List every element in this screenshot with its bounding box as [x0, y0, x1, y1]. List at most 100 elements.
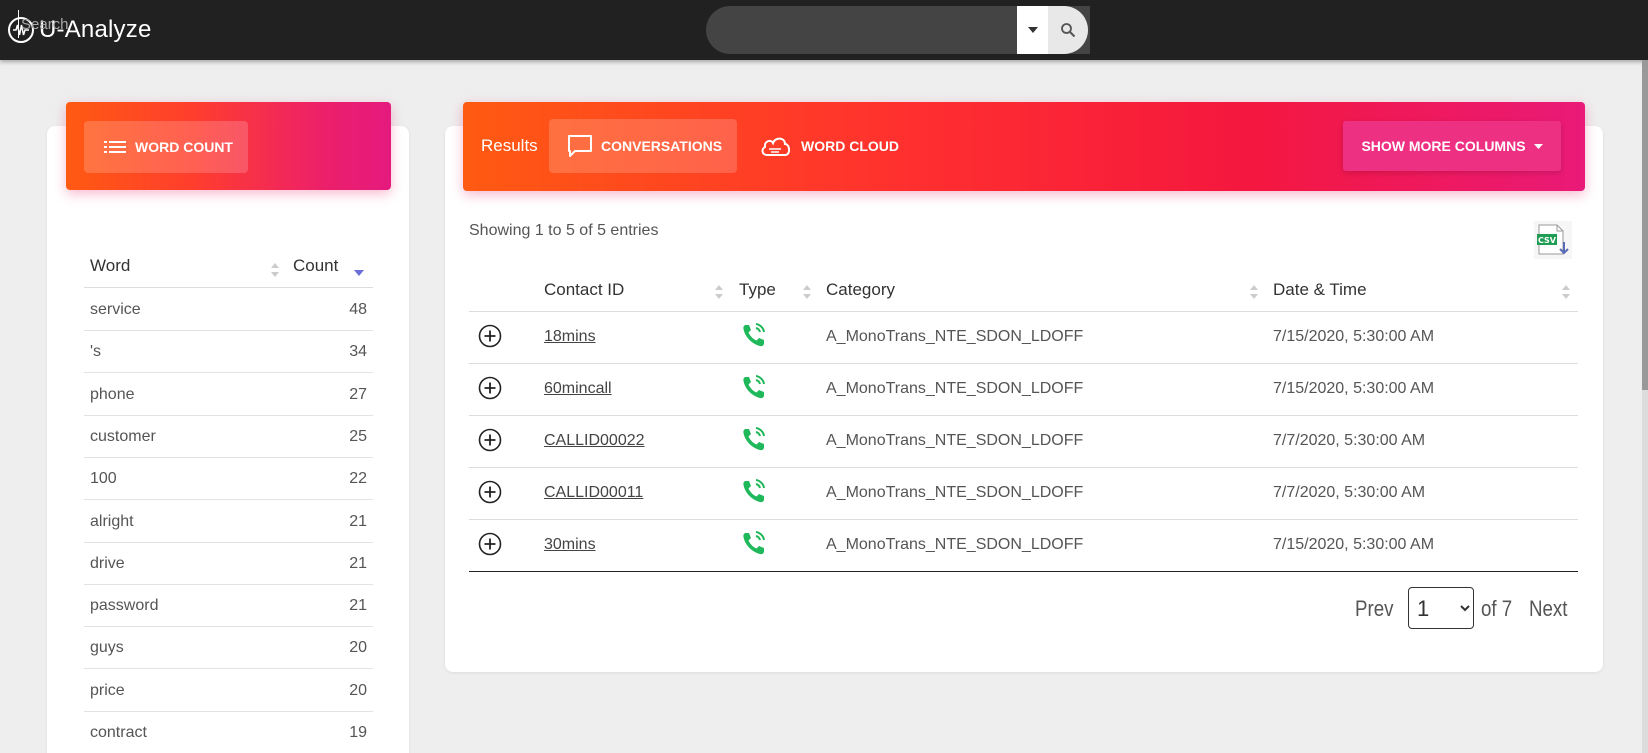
sort-icon[interactable] — [1561, 282, 1571, 302]
word-cell: drive — [90, 554, 125, 572]
tab-conversations[interactable]: CONVERSATIONS — [549, 119, 737, 173]
tab-word-cloud-label: WORD CLOUD — [801, 138, 899, 154]
search-scope-dropdown[interactable] — [1017, 6, 1048, 54]
word-cell: customer — [90, 427, 156, 445]
page-select[interactable]: 1 — [1408, 587, 1474, 629]
word-row: phone 27 — [84, 374, 373, 416]
caret-down-icon — [1533, 143, 1543, 149]
expand-row-icon[interactable] — [478, 480, 502, 504]
word-cell: service — [90, 301, 141, 318]
datetime-cell: 7/15/2020, 5:30:00 AM — [1273, 328, 1435, 345]
word-row: 100 22 — [84, 458, 373, 501]
datetime-cell: 7/15/2020, 5:30:00 AM — [1273, 380, 1435, 397]
category-cell: A_MonoTrans_NTE_SDON_LDOFF — [826, 484, 1084, 501]
word-cell: contract — [90, 724, 147, 741]
count-cell: 25 — [349, 427, 367, 445]
contact-id-link[interactable]: 18mins — [544, 328, 596, 346]
count-cell: 20 — [349, 639, 367, 657]
datetime-cell: 7/7/2020, 5:30:00 AM — [1273, 484, 1426, 501]
word-row: service 48 — [84, 289, 373, 331]
expand-row-icon[interactable] — [478, 376, 502, 400]
count-cell: 19 — [349, 724, 367, 741]
csv-download-icon[interactable]: CSV — [1533, 220, 1573, 260]
expand-row-icon[interactable] — [478, 324, 502, 348]
results-label: Results — [481, 136, 538, 155]
column-header-type[interactable]: Type — [739, 280, 776, 300]
table-row: 18mins A_MonoTrans_NTE_SDON_LDOFF 7/15/202… — [469, 312, 1578, 364]
phone-call-icon — [743, 427, 765, 451]
word-row: alright 21 — [84, 501, 373, 543]
word-count-label: WORD COUNT — [135, 139, 233, 155]
sort-desc-icon[interactable] — [354, 260, 364, 280]
chat-bubble-icon — [568, 135, 592, 157]
word-row: customer 25 — [84, 416, 373, 458]
contact-id-link[interactable]: CALLID00011 — [544, 484, 643, 502]
category-cell: A_MonoTrans_NTE_SDON_LDOFF — [826, 380, 1084, 397]
show-more-columns-button[interactable]: SHOW MORE COLUMNS — [1343, 121, 1561, 171]
column-header-date-time[interactable]: Date & Time — [1273, 280, 1367, 300]
svg-text:CSV: CSV — [1538, 236, 1557, 245]
table-row: 60mincall A_MonoTrans_NTE_SDON_LDOFF 7/15/… — [469, 364, 1578, 416]
page-scrollbar-thumb[interactable] — [1642, 60, 1648, 390]
search-input[interactable] — [18, 10, 308, 38]
word-table-header: Word Count — [84, 250, 373, 288]
phone-call-icon — [743, 479, 765, 503]
category-cell: A_MonoTrans_NTE_SDON_LDOFF — [826, 536, 1084, 553]
word-count-button[interactable]: WORD COUNT — [84, 121, 248, 173]
count-cell: 27 — [349, 385, 367, 403]
cloud-icon — [761, 137, 791, 156]
column-header-count[interactable]: Count — [293, 256, 338, 276]
count-cell: 20 — [349, 681, 367, 699]
table-row: CALLID00022 A_MonoTrans_NTE_SDON_LDOFF 7/7… — [469, 416, 1578, 468]
word-cell: password — [90, 597, 159, 615]
table-row: 30mins A_MonoTrans_NTE_SDON_LDOFF 7/15/202… — [469, 520, 1578, 572]
word-row: price 20 — [84, 670, 373, 712]
sort-icon[interactable] — [714, 282, 724, 302]
contact-id-link[interactable]: CALLID00022 — [544, 432, 645, 450]
tab-conversations-label: CONVERSATIONS — [601, 138, 723, 154]
caret-down-icon — [1027, 27, 1038, 33]
column-header-category[interactable]: Category — [826, 280, 895, 300]
count-cell: 21 — [349, 512, 367, 530]
word-row: 's 34 — [84, 331, 373, 374]
word-row: password 21 — [84, 585, 373, 628]
column-header-contact-id[interactable]: Contact ID — [544, 280, 624, 300]
count-cell: 22 — [349, 470, 367, 488]
tab-word-cloud[interactable]: WORD CLOUD — [760, 119, 899, 173]
contact-id-link[interactable]: 60mincall — [544, 380, 612, 398]
column-header-word[interactable]: Word — [90, 256, 130, 276]
sort-icon[interactable] — [1249, 282, 1259, 302]
pagination-next[interactable]: Next — [1529, 596, 1567, 622]
count-cell: 21 — [349, 554, 367, 572]
count-cell: 21 — [349, 597, 367, 615]
sort-icon[interactable] — [270, 260, 280, 280]
category-cell: A_MonoTrans_NTE_SDON_LDOFF — [826, 328, 1084, 345]
word-row: contract 19 — [84, 712, 373, 753]
word-cell: 's — [90, 343, 102, 361]
word-cell: guys — [90, 639, 124, 657]
phone-call-icon — [743, 323, 765, 347]
results-table-header: Contact ID Type Category Date & Time — [469, 270, 1578, 312]
expand-row-icon[interactable] — [478, 532, 502, 556]
search-icon — [1061, 23, 1076, 38]
word-cell: 100 — [90, 470, 117, 488]
show-more-columns-label: SHOW MORE COLUMNS — [1361, 138, 1526, 154]
word-cell: phone — [90, 385, 135, 403]
datetime-cell: 7/15/2020, 5:30:00 AM — [1273, 536, 1435, 553]
pagination-prev[interactable]: Prev — [1355, 596, 1393, 622]
contact-id-link[interactable]: 30mins — [544, 536, 596, 554]
table-row: CALLID00011 A_MonoTrans_NTE_SDON_LDOFF 7/7… — [469, 468, 1578, 520]
word-row: guys 20 — [84, 627, 373, 670]
list-icon — [104, 141, 126, 153]
phone-call-icon — [743, 375, 765, 399]
datetime-cell: 7/7/2020, 5:30:00 AM — [1273, 432, 1426, 449]
count-cell: 48 — [349, 301, 367, 318]
pagination-total: of 7 — [1481, 596, 1513, 621]
sort-icon[interactable] — [802, 282, 812, 302]
word-cell: price — [90, 681, 125, 699]
word-row: drive 21 — [84, 543, 373, 585]
entries-info: Showing 1 to 5 of 5 entries — [469, 222, 659, 239]
expand-row-icon[interactable] — [478, 428, 502, 452]
word-cell: alright — [90, 512, 134, 530]
count-cell: 34 — [349, 343, 367, 361]
